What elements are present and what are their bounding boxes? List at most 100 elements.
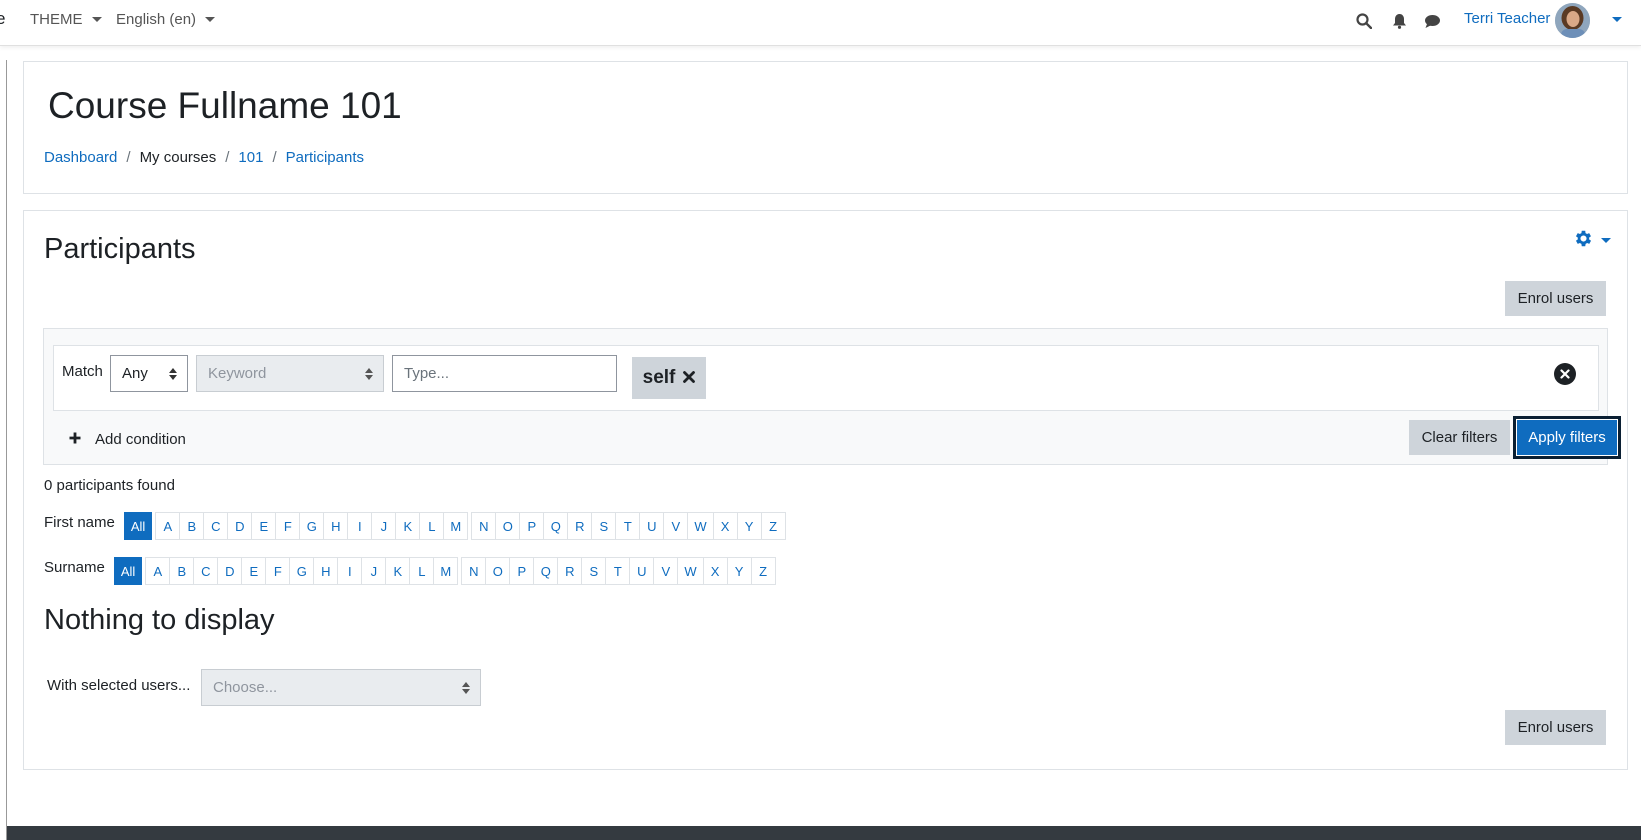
filter-type-value: Keyword xyxy=(208,365,267,382)
surname-initial-s[interactable]: S xyxy=(581,557,607,585)
page-title: Course Fullname 101 xyxy=(48,85,402,126)
firstname-initial-e[interactable]: E xyxy=(251,512,277,540)
bulk-action-select[interactable]: Choose... xyxy=(201,669,481,706)
apply-filters-button[interactable]: Apply filters xyxy=(1513,416,1621,459)
breadcrumb-course[interactable]: 101 xyxy=(238,149,263,166)
chat-icon[interactable] xyxy=(1422,11,1442,31)
filter-type-select[interactable]: Keyword xyxy=(196,355,384,392)
surname-initial-p[interactable]: P xyxy=(509,557,535,585)
search-icon[interactable] xyxy=(1354,11,1374,31)
surname-initial-g[interactable]: G xyxy=(289,557,315,585)
surname-initial-q[interactable]: Q xyxy=(533,557,559,585)
surname-initial-m[interactable]: M xyxy=(433,557,459,585)
page-footer xyxy=(7,826,1641,840)
language-menu[interactable]: English (en) xyxy=(116,11,216,28)
breadcrumb-dashboard[interactable]: Dashboard xyxy=(44,149,117,166)
surname-initial-h[interactable]: H xyxy=(313,557,339,585)
filter-tag-self[interactable]: self xyxy=(632,357,706,399)
firstname-initial-b[interactable]: B xyxy=(179,512,205,540)
user-menu-name[interactable]: Terri Teacher xyxy=(1464,10,1550,27)
firstname-initial-i[interactable]: I xyxy=(347,512,373,540)
surname-initial-y[interactable]: Y xyxy=(726,557,752,585)
firstname-initial-f[interactable]: F xyxy=(275,512,301,540)
firstname-initial-d[interactable]: D xyxy=(227,512,253,540)
surname-initial-i[interactable]: I xyxy=(337,557,363,585)
firstname-initial-l[interactable]: L xyxy=(419,512,445,540)
firstname-initial-z[interactable]: Z xyxy=(760,512,786,540)
firstname-initial-q[interactable]: Q xyxy=(543,512,569,540)
surname-initial-x[interactable]: X xyxy=(702,557,728,585)
firstname-initial-s[interactable]: S xyxy=(591,512,617,540)
surname-initial-f[interactable]: F xyxy=(265,557,291,585)
clear-filters-button[interactable]: Clear filters xyxy=(1409,420,1510,455)
firstname-initial-g[interactable]: G xyxy=(299,512,325,540)
firstname-initial-c[interactable]: C xyxy=(203,512,229,540)
surname-initial-o[interactable]: O xyxy=(485,557,511,585)
filter-tag-label: self xyxy=(642,367,676,388)
firstname-label: First name xyxy=(44,513,115,531)
user-menu-caret-icon[interactable] xyxy=(1612,17,1622,22)
surname-initial-d[interactable]: D xyxy=(217,557,243,585)
surname-initial-j[interactable]: J xyxy=(361,557,387,585)
match-select[interactable]: Any xyxy=(110,355,188,392)
select-arrows-icon xyxy=(462,682,470,694)
surname-initial-u[interactable]: U xyxy=(629,557,655,585)
breadcrumb-participants[interactable]: Participants xyxy=(286,149,364,166)
match-select-value: Any xyxy=(122,365,148,382)
surname-initial-n[interactable]: N xyxy=(461,557,487,585)
firstname-initial-x[interactable]: X xyxy=(712,512,738,540)
filter-value-placeholder: Type... xyxy=(404,365,450,382)
filter-value-input[interactable]: Type... xyxy=(392,355,617,392)
caret-down-icon xyxy=(1601,238,1611,243)
theme-menu[interactable]: THEME xyxy=(30,11,102,28)
surname-initial-r[interactable]: R xyxy=(557,557,583,585)
surname-initial-z[interactable]: Z xyxy=(750,557,776,585)
firstname-initial-t[interactable]: T xyxy=(615,512,641,540)
match-label: Match xyxy=(62,363,103,380)
firstname-initial-m[interactable]: M xyxy=(443,512,469,540)
firstname-initial-all[interactable]: All xyxy=(123,512,153,540)
firstname-initial-n[interactable]: N xyxy=(471,512,497,540)
surname-letters: All A B C D E F G H I J K L M N O P Q R S T U V W X Y Z xyxy=(113,557,776,585)
firstname-initial-p[interactable]: P xyxy=(519,512,545,540)
filter-row: Match Any Keyword Type... self xyxy=(53,345,1599,411)
firstname-initial-u[interactable]: U xyxy=(639,512,665,540)
with-selected-label: With selected users... xyxy=(47,677,191,694)
firstname-initial-j[interactable]: J xyxy=(371,512,397,540)
surname-initial-all[interactable]: All xyxy=(113,557,143,585)
caret-down-icon xyxy=(91,17,102,22)
firstname-initial-k[interactable]: K xyxy=(395,512,421,540)
surname-initial-c[interactable]: C xyxy=(193,557,219,585)
firstname-initial-a[interactable]: A xyxy=(155,512,181,540)
participants-region: Participants Enrol users Match Any Keywo… xyxy=(23,210,1628,770)
enrol-users-button-bottom[interactable]: Enrol users xyxy=(1505,710,1606,745)
select-arrows-icon xyxy=(169,368,177,380)
site-name-fragment[interactable]: e xyxy=(0,9,5,29)
remove-tag-icon[interactable] xyxy=(683,367,696,389)
surname-initial-k[interactable]: K xyxy=(385,557,411,585)
surname-initial-b[interactable]: B xyxy=(169,557,195,585)
breadcrumb-separator: / xyxy=(225,149,230,166)
surname-initial-e[interactable]: E xyxy=(241,557,267,585)
surname-initial-t[interactable]: T xyxy=(605,557,631,585)
firstname-initial-v[interactable]: V xyxy=(663,512,689,540)
firstname-initial-r[interactable]: R xyxy=(567,512,593,540)
caret-down-icon xyxy=(205,17,216,22)
surname-initial-v[interactable]: V xyxy=(653,557,679,585)
add-condition-button[interactable]: Add condition xyxy=(69,431,186,448)
surname-initial-l[interactable]: L xyxy=(409,557,435,585)
breadcrumb-separator: / xyxy=(126,149,131,166)
firstname-initial-w[interactable]: W xyxy=(687,512,714,540)
enrol-users-button-top[interactable]: Enrol users xyxy=(1505,281,1606,316)
firstname-initial-o[interactable]: O xyxy=(495,512,521,540)
surname-initial-a[interactable]: A xyxy=(145,557,171,585)
remove-row-icon[interactable] xyxy=(1554,363,1576,385)
surname-initial-w[interactable]: W xyxy=(677,557,704,585)
avatar[interactable] xyxy=(1555,3,1590,38)
course-actions-menu[interactable] xyxy=(1573,228,1611,253)
page-header: Course Fullname 101 Dashboard / My cours… xyxy=(23,61,1628,194)
firstname-initial-y[interactable]: Y xyxy=(736,512,762,540)
firstname-initial-h[interactable]: H xyxy=(323,512,349,540)
plus-icon xyxy=(69,431,81,448)
bell-icon[interactable] xyxy=(1389,11,1409,31)
